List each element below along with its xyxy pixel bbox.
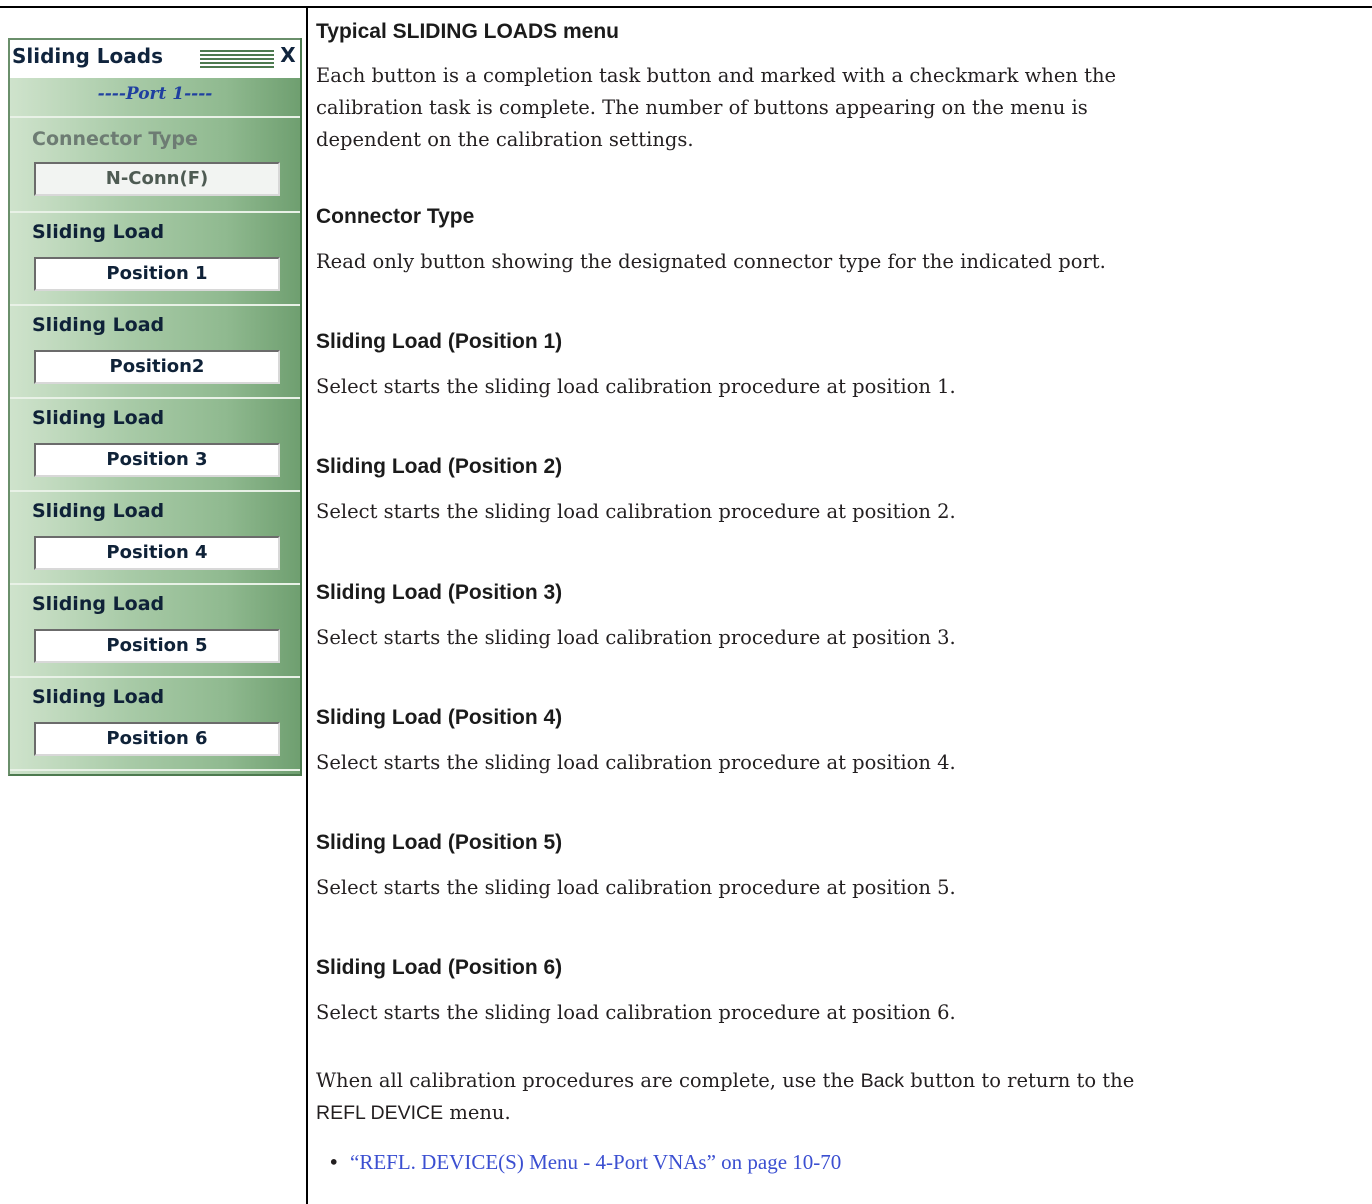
section-heading: Sliding Load (Position 3) (316, 581, 563, 604)
close-icon[interactable]: X (276, 43, 300, 67)
section-heading: Sliding Load (Position 4) (316, 706, 563, 729)
connector-type-group: Connector Type N-Conn(F) (10, 120, 300, 213)
outro-line: When all calibration procedures are comp… (316, 1065, 1356, 1097)
menu-title: Sliding Loads (12, 44, 164, 68)
sliding-load-group-2: Sliding Load Position2 (10, 306, 300, 399)
port-indicator: ----Port 1---- (10, 82, 300, 118)
position-6-button[interactable]: Position 6 (34, 722, 280, 756)
position-2-button[interactable]: Position2 (34, 350, 280, 384)
refl-device-menu-name: REFL DEVICE (316, 1102, 444, 1124)
section-text: Select starts the sliding load calibrati… (316, 1001, 956, 1024)
section-text: Select starts the sliding load calibrati… (316, 876, 956, 899)
intro-line: calibration task is complete. The number… (316, 96, 1088, 119)
sliding-load-label: Sliding Load (32, 500, 165, 522)
figure-caption: Typical SLIDING LOADS menu (316, 20, 619, 43)
intro-line: Each button is a completion task button … (316, 64, 1117, 87)
top-rule (0, 6, 1372, 8)
bullet-icon: • (328, 1151, 340, 1174)
section-text: Select starts the sliding load calibrati… (316, 375, 956, 398)
connector-type-button: N-Conn(F) (34, 162, 280, 196)
section-text: Select starts the sliding load calibrati… (316, 751, 956, 774)
sliding-load-label: Sliding Load (32, 221, 165, 243)
section-text: Read only button showing the designated … (316, 250, 1106, 273)
intro-paragraph: Each button is a completion task button … (316, 60, 1356, 156)
column-divider (306, 6, 308, 1204)
outro-paragraph: When all calibration procedures are comp… (316, 1065, 1356, 1129)
position-4-button[interactable]: Position 4 (34, 536, 280, 570)
outro-text: When all calibration procedures are comp… (316, 1069, 861, 1092)
position-3-button[interactable]: Position 3 (34, 443, 280, 477)
sliding-load-label: Sliding Load (32, 314, 165, 336)
outro-text: menu. (443, 1101, 511, 1124)
sliding-loads-menu: Sliding Loads X ----Port 1---- Connector… (8, 38, 302, 776)
outro-line: REFL DEVICE menu. (316, 1097, 1356, 1129)
sliding-load-group-6: Sliding Load Position 6 (10, 678, 300, 771)
sliding-load-group-3: Sliding Load Position 3 (10, 399, 300, 492)
refl-device-menu-link[interactable]: “REFL. DEVICE(S) Menu - 4-Port VNAs” on … (350, 1150, 841, 1174)
position-1-button[interactable]: Position 1 (34, 257, 280, 291)
section-text: Select starts the sliding load calibrati… (316, 500, 956, 523)
section-heading: Sliding Load (Position 1) (316, 330, 563, 353)
back-button-name: Back (860, 1070, 904, 1092)
section-text: Select starts the sliding load calibrati… (316, 626, 956, 649)
position-5-button[interactable]: Position 5 (34, 629, 280, 663)
section-heading: Sliding Load (Position 2) (316, 455, 563, 478)
section-heading: Connector Type (316, 205, 475, 228)
sliding-load-group-1: Sliding Load Position 1 (10, 213, 300, 306)
sliding-load-group-5: Sliding Load Position 5 (10, 585, 300, 678)
port-label: ----Port 1---- (97, 84, 213, 104)
sliding-load-label: Sliding Load (32, 593, 165, 615)
sliding-load-label: Sliding Load (32, 407, 165, 429)
outro-text: button to return to the (904, 1069, 1135, 1092)
intro-line: dependent on the calibration settings. (316, 128, 694, 151)
section-heading: Sliding Load (Position 5) (316, 831, 563, 854)
bullet-item: • “REFL. DEVICE(S) Menu - 4-Port VNAs” on… (328, 1150, 841, 1175)
connector-type-label: Connector Type (32, 128, 198, 150)
menu-title-bar[interactable]: Sliding Loads X (10, 38, 300, 78)
sliding-load-group-4: Sliding Load Position 4 (10, 492, 300, 585)
section-heading: Sliding Load (Position 6) (316, 956, 563, 979)
sliding-load-label: Sliding Load (32, 686, 165, 708)
title-bar-grip (200, 50, 274, 70)
